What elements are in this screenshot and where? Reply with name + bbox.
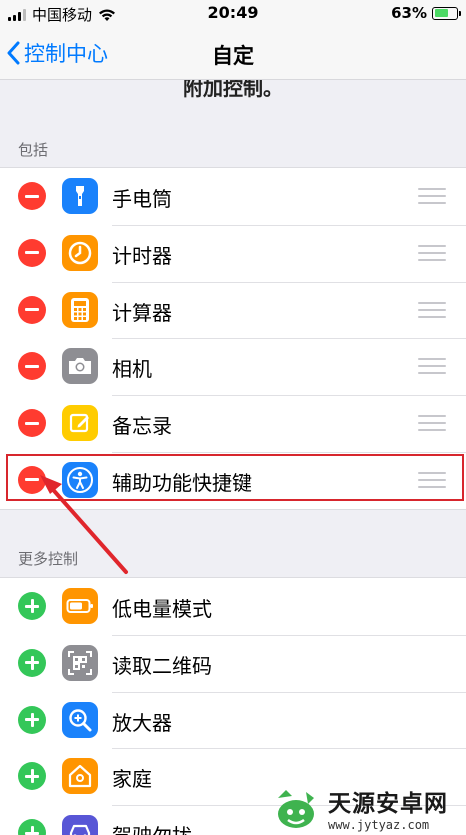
reorder-handle-icon[interactable] xyxy=(418,358,446,375)
watermark-title: 天源安卓网 xyxy=(328,791,448,817)
add-button[interactable] xyxy=(18,705,46,734)
list-item: 相机 xyxy=(0,338,466,395)
control-label: 读取二维码 xyxy=(112,653,212,678)
notes-icon xyxy=(62,405,98,442)
add-button[interactable] xyxy=(18,648,46,677)
page-title: 自定 xyxy=(212,44,254,68)
remove-button[interactable] xyxy=(18,182,46,210)
reorder-handle-icon[interactable] xyxy=(418,188,446,204)
watermark-url: www.jytyaz.com xyxy=(328,818,430,832)
remove-button[interactable] xyxy=(18,409,46,438)
watermark-text: 天源安卓网 www.jytyaz.com xyxy=(328,784,448,832)
list-item: 备忘录 xyxy=(0,395,466,452)
list-item: 手电筒 xyxy=(0,168,466,225)
home-icon xyxy=(62,758,98,795)
section-header-included: 包括 xyxy=(18,141,49,159)
battery-icon xyxy=(432,6,461,20)
low-power-icon xyxy=(62,588,98,624)
list-item: 计算器 xyxy=(0,281,466,339)
navigation-bar: 控制中心 自定 xyxy=(0,28,466,80)
list-item: 放大器 xyxy=(0,691,466,749)
reorder-handle-icon[interactable] xyxy=(418,301,446,318)
magnifier-icon xyxy=(62,701,98,738)
remove-button[interactable] xyxy=(18,295,46,324)
section-header-more: 更多控制 xyxy=(18,550,79,568)
list-item: 低电量模式 xyxy=(0,578,466,635)
control-label: 低电量模式 xyxy=(112,597,212,621)
battery-percent: 63% xyxy=(391,4,427,22)
flashlight-icon xyxy=(62,178,98,214)
list-item: 读取二维码 xyxy=(0,634,466,692)
reorder-handle-icon[interactable] xyxy=(418,415,446,432)
car-icon xyxy=(62,815,98,835)
watermark: 天源安卓网 www.jytyaz.com xyxy=(272,784,448,832)
calculator-icon xyxy=(62,291,98,328)
add-button[interactable] xyxy=(18,819,46,835)
control-label: 放大器 xyxy=(112,710,172,735)
qr-code-icon xyxy=(62,644,98,681)
control-label: 备忘录 xyxy=(112,414,172,439)
remove-button[interactable] xyxy=(18,352,46,381)
list-item: 计时器 xyxy=(0,224,466,282)
add-button[interactable] xyxy=(18,592,46,620)
reorder-handle-icon[interactable] xyxy=(418,244,446,261)
battery-fill xyxy=(434,9,448,17)
status-right: 63% xyxy=(391,4,461,22)
control-label: 计算器 xyxy=(112,300,172,325)
watermark-logo-icon xyxy=(278,790,314,828)
timer-icon xyxy=(62,234,98,271)
control-label: 计时器 xyxy=(112,243,172,268)
add-button[interactable] xyxy=(18,762,46,791)
control-label: 相机 xyxy=(112,357,152,382)
remove-button[interactable] xyxy=(18,238,46,267)
status-bar: 中国移动 20:49 63% xyxy=(0,0,466,28)
camera-icon xyxy=(62,348,98,385)
control-label: 驾驶勿扰 xyxy=(112,820,192,835)
highlight-box xyxy=(6,454,464,501)
control-label: 家庭 xyxy=(112,767,152,792)
control-label: 手电筒 xyxy=(112,187,172,211)
